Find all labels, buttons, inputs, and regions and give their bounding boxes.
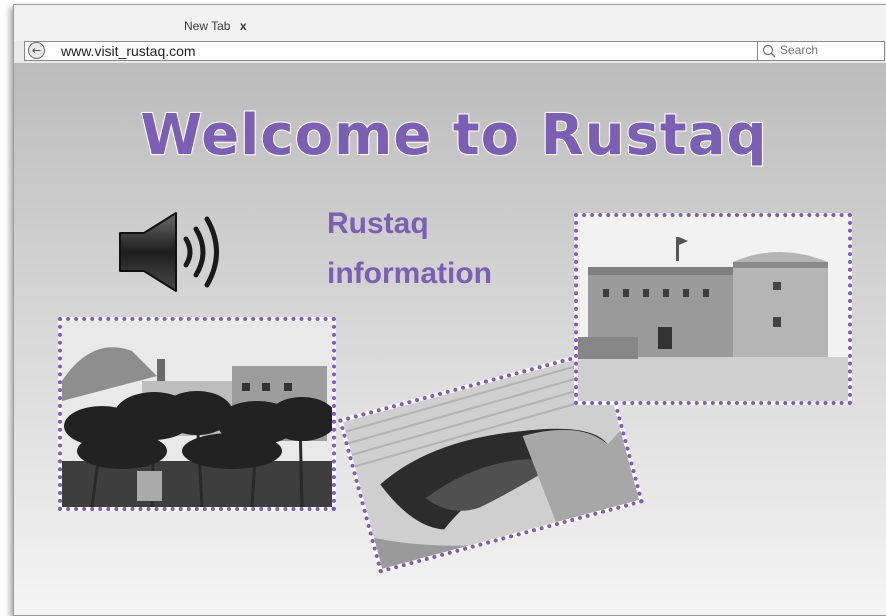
tab-strip: New Tab x: [14, 5, 886, 41]
address-bar[interactable]: ← www.visit_rustaq.com: [24, 41, 766, 61]
page-content: Welcome to Rustaq Rustaq information: [14, 63, 886, 615]
fort-palms-photo: [58, 317, 336, 511]
tab-new-tab[interactable]: New Tab x: [184, 19, 247, 33]
search-placeholder: Search: [780, 43, 819, 57]
browser-window: New Tab x ← www.visit_rustaq.com Search …: [13, 4, 886, 616]
search-input[interactable]: Search: [757, 41, 885, 61]
search-icon: [762, 44, 776, 58]
back-arrow-icon[interactable]: ←: [28, 42, 45, 59]
rustaq-information-link[interactable]: Rustaq information: [327, 199, 492, 299]
tab-close-button[interactable]: x: [240, 19, 247, 33]
rustaq-fort-photo: [574, 213, 852, 405]
tab-label: New Tab: [184, 19, 231, 33]
page-title: Welcome to Rustaq: [139, 102, 768, 169]
url-text[interactable]: www.visit_rustaq.com: [61, 43, 196, 59]
speaker-icon[interactable]: [114, 211, 229, 293]
info-link-line1: Rustaq: [327, 207, 429, 240]
info-link-line2: information: [327, 257, 492, 290]
